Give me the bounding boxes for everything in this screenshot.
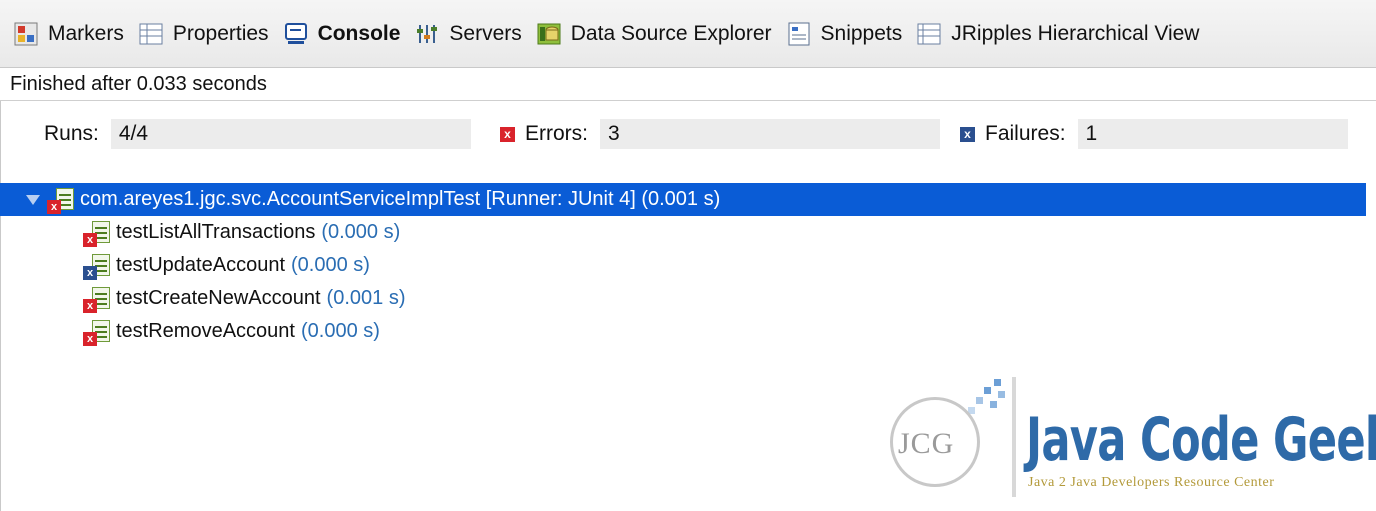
runs-label: Runs:	[44, 122, 99, 145]
data-source-explorer-icon	[537, 22, 561, 46]
test-case-row[interactable]: x testUpdateAccount (0.000 s)	[0, 249, 1376, 282]
tab-label: Markers	[48, 21, 124, 45]
tab-label: Console	[317, 21, 401, 45]
runs-value: 4/4	[110, 119, 471, 149]
watermark-subtitle: Java 2 Java Developers Resource Center	[1028, 475, 1275, 490]
test-name: testListAllTransactions	[116, 221, 316, 243]
tab-label: Properties	[172, 21, 269, 45]
tab-servers[interactable]: Servers	[415, 21, 522, 46]
failures-value: 1	[1077, 119, 1348, 149]
console-icon	[284, 22, 308, 46]
test-failure-icon: x	[82, 252, 112, 280]
jcg-dots-icon	[964, 375, 1012, 415]
jripples-icon	[917, 22, 941, 46]
test-error-icon: x	[82, 318, 112, 346]
servers-icon	[415, 22, 439, 46]
test-error-icon: x	[82, 285, 112, 313]
tab-properties[interactable]: Properties	[139, 22, 269, 46]
test-suite-error-icon: x	[46, 186, 76, 214]
test-time: (0.000 s)	[300, 320, 380, 342]
watermark-divider	[1012, 377, 1016, 497]
test-name: testCreateNewAccount	[116, 287, 321, 309]
test-case-row[interactable]: x testCreateNewAccount (0.001 s)	[0, 282, 1376, 315]
tab-label: Data Source Explorer	[570, 21, 772, 45]
test-time: (0.000 s)	[321, 221, 401, 243]
test-time: (0.001 s)	[326, 287, 406, 309]
test-case-row[interactable]: x testRemoveAccount (0.000 s)	[0, 315, 1376, 348]
tab-data-source-explorer[interactable]: Data Source Explorer	[537, 22, 772, 46]
tab-jripples[interactable]: JRipples Hierarchical View	[917, 22, 1199, 46]
watermark-title: Java Code Geeks	[1026, 405, 1376, 475]
test-name: testUpdateAccount	[116, 254, 285, 276]
runs-counter: Runs: 4/4	[44, 119, 471, 149]
failures-label: Failures:	[985, 122, 1066, 145]
collapse-triangle-icon[interactable]	[26, 194, 40, 205]
tab-console[interactable]: Console	[284, 21, 401, 46]
jcg-logo-mark: JCG	[898, 427, 955, 460]
run-status-text: Finished after 0.033 seconds	[0, 68, 1376, 101]
test-name: testRemoveAccount	[116, 320, 295, 342]
test-case-row[interactable]: x testListAllTransactions (0.000 s)	[0, 216, 1376, 249]
test-suite-row[interactable]: x com.areyes1.jgc.svc.AccountServiceImpl…	[0, 183, 1366, 216]
failure-icon: x	[960, 126, 975, 142]
test-time: (0.000 s)	[291, 254, 370, 276]
java-code-geeks-watermark: JCG Java Code Geeks Java 2 Java Develope…	[886, 375, 1376, 500]
snippets-icon	[787, 22, 811, 46]
tab-label: JRipples Hierarchical View	[951, 21, 1200, 45]
markers-icon	[14, 22, 38, 46]
test-error-icon: x	[82, 219, 112, 247]
properties-icon	[139, 22, 163, 46]
tab-markers[interactable]: Markers	[14, 22, 124, 46]
test-counters: Runs: 4/4 x Errors: 3 x Failures: 1	[0, 119, 1376, 149]
tab-label: Snippets	[820, 21, 903, 45]
tab-snippets[interactable]: Snippets	[787, 21, 903, 46]
error-icon: x	[500, 126, 515, 142]
test-tree: x com.areyes1.jgc.svc.AccountServiceImpl…	[0, 183, 1376, 348]
test-suite-label: com.areyes1.jgc.svc.AccountServiceImplTe…	[80, 188, 721, 210]
errors-label: Errors:	[525, 122, 588, 145]
tab-label: Servers	[449, 21, 522, 45]
errors-value: 3	[600, 119, 940, 149]
failures-counter: x Failures: 1	[960, 119, 1348, 149]
errors-counter: x Errors: 3	[500, 119, 940, 149]
view-tab-bar: Markers Properties Console Servers Data …	[0, 0, 1376, 68]
